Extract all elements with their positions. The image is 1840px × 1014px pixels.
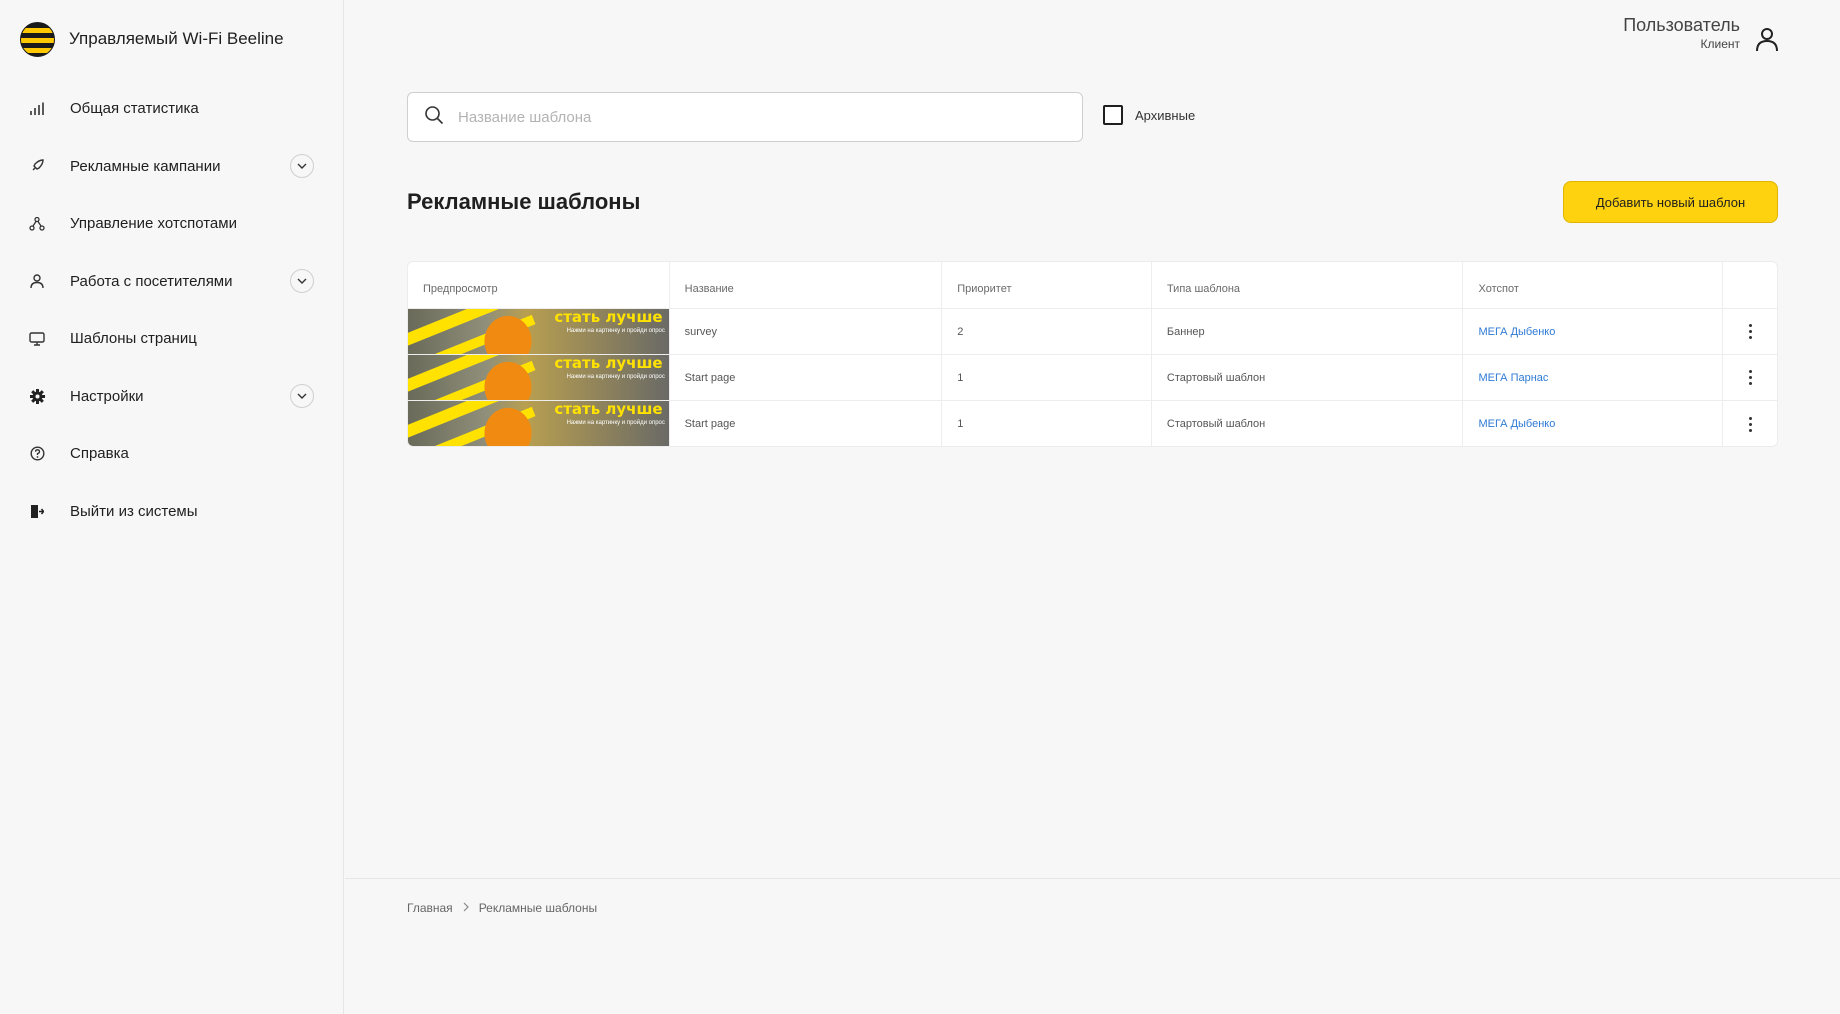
sidebar-item-label: Общая статистика [70, 100, 199, 118]
row-actions [1723, 355, 1777, 400]
preview-person [478, 355, 538, 400]
preview-cell[interactable]: стать лучше Нажми на картинку и пройди о… [408, 309, 670, 354]
column-header-actions [1723, 262, 1777, 308]
preview-caption: Нажми на картинку и пройди опрос [566, 373, 665, 380]
hotspot-cell: МЕГА Парнас [1463, 355, 1724, 400]
beeline-logo [20, 21, 55, 57]
template-priority: 1 [942, 355, 1152, 400]
rocket-icon [28, 157, 46, 175]
brand[interactable]: Управляемый Wi-Fi Beeline [20, 20, 284, 58]
user-role: Клиент [1700, 37, 1741, 51]
preview-headline: стать лучше [554, 401, 663, 418]
hotspot-link[interactable]: МЕГА Парнас [1478, 372, 1548, 384]
table-header: Предпросмотр Название Приоритет Типа шаб… [408, 262, 1777, 309]
sidebar-item-visitors[interactable]: Работа с посетителями [0, 253, 344, 311]
template-priority: 1 [942, 401, 1152, 446]
chevron-down-icon[interactable] [290, 384, 314, 409]
chevron-down-icon[interactable] [290, 154, 314, 179]
template-type: Стартовый шаблон [1152, 355, 1464, 400]
template-preview-image[interactable]: стать лучше Нажми на картинку и пройди о… [408, 401, 669, 446]
page-title: Рекламные шаблоны [407, 189, 641, 214]
column-header[interactable]: Предпросмотр [408, 262, 670, 308]
sidebar-item-help[interactable]: Справка [0, 425, 344, 483]
column-header[interactable]: Хотспот [1463, 262, 1724, 308]
column-header[interactable]: Приоритет [942, 262, 1152, 308]
hotspot-link[interactable]: МЕГА Дыбенко [1478, 418, 1555, 430]
template-name: Start page [670, 355, 943, 400]
hotspot-cell: МЕГА Дыбенко [1463, 401, 1724, 446]
sidebar-item-settings[interactable]: Настройки [0, 368, 344, 426]
template-name: survey [670, 309, 943, 354]
user-info: Пользователь Клиент [1623, 14, 1740, 52]
gear-icon [28, 387, 46, 405]
user-menu[interactable]: Пользователь Клиент [1623, 14, 1780, 52]
chevron-down-icon[interactable] [290, 269, 314, 294]
preview-headline: стать лучше [554, 309, 663, 326]
archive-checkbox[interactable] [1103, 105, 1123, 125]
sidebar-nav: Общая статистика Рекламные кампании Упра… [0, 80, 344, 540]
sidebar-item-statistics[interactable]: Общая статистика [0, 80, 344, 138]
more-vertical-icon[interactable] [1748, 324, 1752, 339]
user-icon[interactable] [1754, 26, 1780, 52]
more-vertical-icon[interactable] [1748, 370, 1752, 385]
sidebar-item-logout[interactable]: Выйти из системы [0, 483, 344, 541]
sidebar-item-campaigns[interactable]: Рекламные кампании [0, 138, 344, 196]
sidebar-item-label: Выйти из системы [70, 502, 198, 520]
preview-person [478, 401, 538, 446]
chevron-right-icon [463, 901, 469, 915]
search-box[interactable] [407, 92, 1083, 142]
sidebar-item-hotspots[interactable]: Управление хотспотами [0, 195, 344, 253]
archive-label: Архивные [1135, 107, 1196, 123]
more-vertical-icon[interactable] [1748, 416, 1752, 432]
footer: Главная Рекламные шаблоны [345, 878, 1840, 1014]
network-icon [28, 215, 46, 233]
row-actions [1723, 309, 1777, 354]
template-priority: 2 [942, 309, 1152, 354]
sidebar-item-page-templates[interactable]: Шаблоны страниц [0, 310, 344, 368]
hotspot-link[interactable]: МЕГА Дыбенко [1478, 326, 1555, 338]
table-row[interactable]: стать лучше Нажми на картинку и пройди о… [408, 309, 1777, 355]
app-title: Управляемый Wi-Fi Beeline [69, 29, 284, 48]
preview-headline: стать лучше [554, 355, 663, 372]
templates-table: Предпросмотр Название Приоритет Типа шаб… [407, 261, 1778, 447]
sidebar-item-label: Справка [70, 445, 129, 463]
add-template-button[interactable]: Добавить новый шаблон [1563, 181, 1778, 223]
preview-cell[interactable]: стать лучше Нажми на картинку и пройди о… [408, 401, 670, 446]
sidebar-item-label: Управление хотспотами [70, 215, 237, 233]
preview-caption: Нажми на картинку и пройди опрос [566, 327, 665, 334]
sidebar: Управляемый Wi-Fi Beeline Общая статисти… [0, 0, 344, 1014]
template-name: Start page [670, 401, 943, 446]
preview-person [478, 309, 538, 354]
bar-chart-icon [28, 100, 46, 118]
template-type: Баннер [1152, 309, 1464, 354]
logout-icon [28, 502, 46, 520]
sidebar-item-label: Настройки [70, 387, 144, 405]
table-row[interactable]: стать лучше Нажми на картинку и пройди о… [408, 355, 1777, 401]
user-name: Пользователь [1623, 15, 1740, 35]
sidebar-item-label: Шаблоны страниц [70, 330, 197, 348]
monitor-icon [28, 330, 46, 348]
breadcrumb-home[interactable]: Главная [407, 901, 453, 915]
breadcrumb: Главная Рекламные шаблоны [407, 901, 597, 915]
template-type: Стартовый шаблон [1152, 401, 1464, 446]
search-icon [424, 105, 444, 130]
search-input[interactable] [458, 108, 1058, 126]
sidebar-item-label: Рекламные кампании [70, 157, 221, 175]
hotspot-cell: МЕГА Дыбенко [1463, 309, 1724, 354]
preview-caption: Нажми на картинку и пройди опрос [566, 420, 665, 426]
preview-cell[interactable]: стать лучше Нажми на картинку и пройди о… [408, 355, 670, 400]
template-preview-image[interactable]: стать лучше Нажми на картинку и пройди о… [408, 355, 669, 400]
template-preview-image[interactable]: стать лучше Нажми на картинку и пройди о… [408, 309, 669, 354]
sidebar-item-label: Работа с посетителями [70, 272, 233, 290]
help-icon [28, 445, 46, 463]
column-header[interactable]: Типа шаблона [1152, 262, 1464, 308]
column-header[interactable]: Название [670, 262, 943, 308]
person-icon [28, 272, 46, 290]
archive-filter[interactable]: Архивные [1103, 105, 1195, 125]
breadcrumb-current: Рекламные шаблоны [478, 901, 598, 915]
table-row[interactable]: стать лучше Нажми на картинку и пройди о… [408, 401, 1777, 446]
row-actions [1723, 401, 1777, 446]
